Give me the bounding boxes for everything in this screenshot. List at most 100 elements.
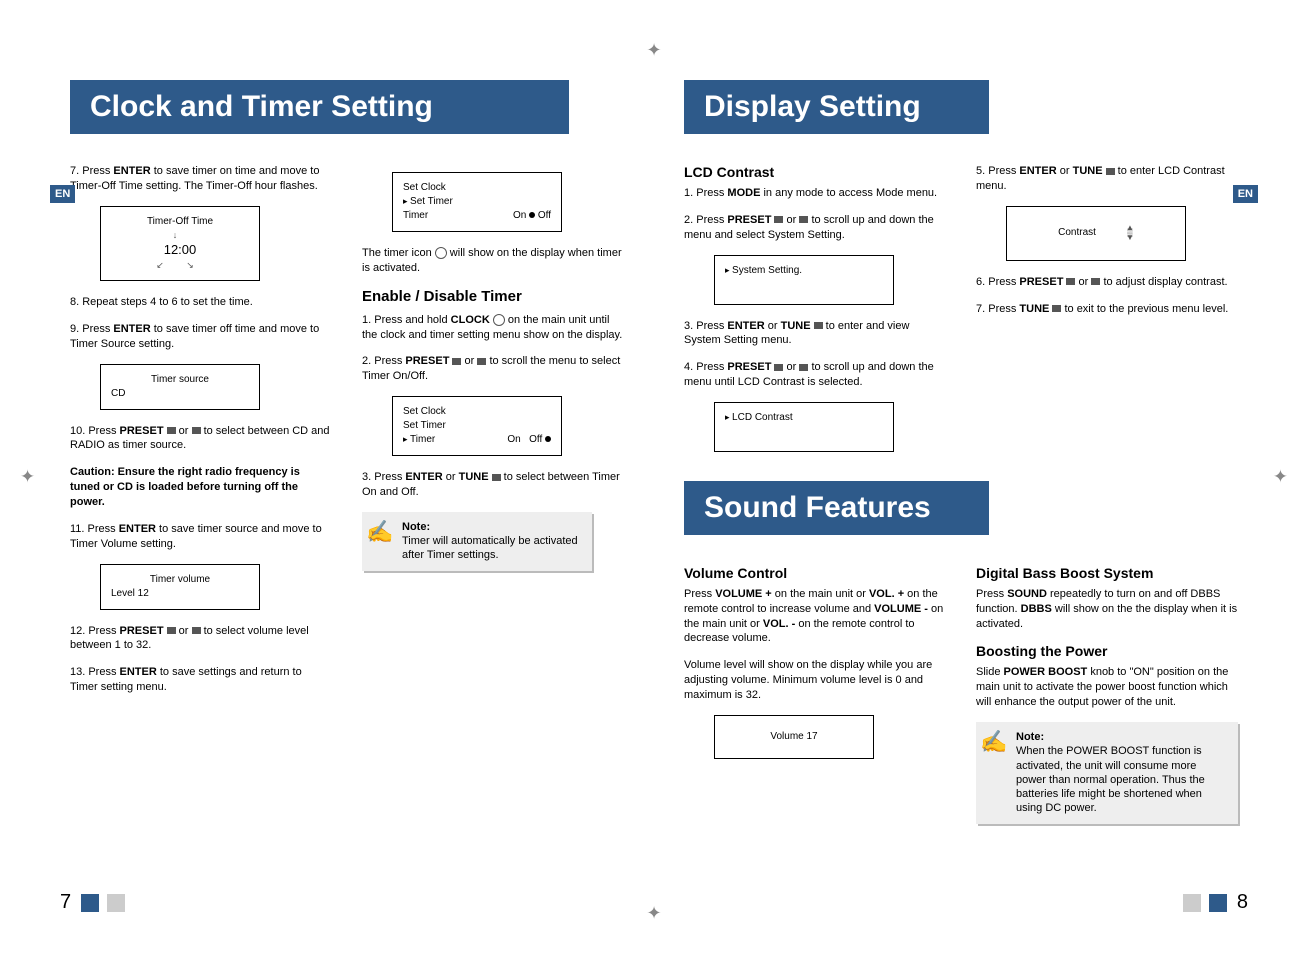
dot-icon	[529, 212, 535, 218]
left-col-b: Set Clock Set Timer Timer On Off The tim…	[362, 164, 624, 707]
opt: Off	[529, 434, 542, 445]
text: 4. Press	[684, 361, 727, 373]
note-title: Note:	[1016, 731, 1044, 743]
label: Contrast	[1058, 226, 1096, 240]
display-timer-off: Timer-Off Time ↓ 12:00 ↙ ↘	[100, 206, 260, 281]
page-number-right: 8	[1179, 891, 1248, 914]
display-timer-source: Timer source CD	[100, 364, 260, 410]
text: TUNE	[1073, 165, 1106, 177]
page-right: EN Display Setting LCD Contrast 1. Press…	[654, 0, 1308, 954]
text: ENTER	[113, 323, 150, 335]
dot-icon	[545, 436, 551, 442]
text: or	[783, 361, 799, 373]
text: in any mode to access Mode menu.	[760, 187, 937, 199]
label: Timer volume	[111, 573, 249, 587]
sound-col-a: Volume Control Press VOLUME + on the mai…	[684, 565, 946, 824]
text: TUNE	[1019, 303, 1052, 315]
text: to adjust display contrast.	[1100, 276, 1227, 288]
pagenum: 8	[1237, 891, 1248, 913]
text: or	[765, 320, 781, 332]
note-timer-auto: ✍ Note: Timer will automatically be acti…	[362, 512, 592, 571]
text: 2. Press	[684, 214, 727, 226]
lang-badge-left: EN	[50, 185, 75, 203]
pagenum-square-icon	[81, 894, 99, 912]
text: or	[176, 625, 192, 637]
menu-item-selected: System Setting.	[725, 265, 802, 276]
step-13: 13. Press ENTER to save settings and ret…	[70, 665, 332, 695]
enable-step-1: 1. Press and hold CLOCK on the main unit…	[362, 313, 624, 343]
text: CLOCK	[451, 314, 493, 326]
heading-volume-control: Volume Control	[684, 565, 946, 581]
header-sound-features: Sound Features	[684, 481, 989, 535]
opt: On	[513, 210, 526, 221]
lang-badge-right: EN	[1233, 185, 1258, 203]
note-body: When the POWER BOOST function is activat…	[1016, 745, 1205, 814]
page-left: EN Clock and Timer Setting 7. Press ENTE…	[0, 0, 654, 954]
lcd-step-1: 1. Press MODE in any mode to access Mode…	[684, 186, 946, 201]
menu-item: Set Timer	[403, 419, 551, 433]
up-icon	[167, 627, 176, 634]
enable-step-2: 2. Press PRESET or to scroll the menu to…	[362, 354, 624, 384]
value: Volume 17	[770, 731, 817, 742]
step-12: 12. Press PRESET or to select volume lev…	[70, 624, 332, 654]
text: or	[443, 471, 459, 483]
left-col-a: 7. Press ENTER to save timer on time and…	[70, 164, 332, 707]
lcd-step-5: 5. Press ENTER or TUNE to enter LCD Cont…	[976, 164, 1238, 194]
header-display-setting: Display Setting	[684, 80, 989, 134]
text: to exit to the previous menu level.	[1061, 303, 1228, 315]
menu-item-selected: Timer	[403, 433, 435, 447]
hand-icon: ✍	[366, 518, 393, 547]
text: 9. Press	[70, 323, 113, 335]
lcd-step-4: 4. Press PRESET or to scroll up and down…	[684, 360, 946, 390]
timer-icon	[435, 247, 447, 259]
text: ENTER	[727, 320, 764, 332]
opt: On	[507, 434, 520, 445]
lcd-step-3: 3. Press ENTER or TUNE to enter and view…	[684, 319, 946, 349]
clock-icon	[493, 314, 505, 326]
volume-para-1: Press VOLUME + on the main unit or VOL. …	[684, 587, 946, 646]
caution-text: Caution: Ensure the right radio frequenc…	[70, 465, 332, 510]
sound-col-b: Digital Bass Boost System Press SOUND re…	[976, 565, 1238, 824]
text: 7. Press	[70, 165, 113, 177]
value: 12:00	[164, 241, 197, 259]
text: 10. Press	[70, 425, 120, 437]
menu-item: Timer	[403, 209, 428, 223]
pagenum: 7	[60, 891, 71, 913]
display-lcd-contrast: LCD Contrast	[714, 402, 894, 452]
text: or	[176, 425, 192, 437]
step-9: 9. Press ENTER to save timer off time an…	[70, 322, 332, 352]
menu-item: Set Clock	[403, 181, 551, 195]
lcd-step-2: 2. Press PRESET or to scroll up and down…	[684, 213, 946, 243]
text: 3. Press	[362, 471, 405, 483]
display-menu-1: Set Clock Set Timer Timer On Off	[392, 172, 562, 232]
text: POWER BOOST	[1004, 666, 1088, 678]
text: 6. Press	[976, 276, 1019, 288]
text: ENTER	[119, 523, 156, 535]
value: CD	[111, 387, 249, 401]
text: 3. Press	[684, 320, 727, 332]
text: DBBS	[1021, 603, 1052, 615]
pagenum-square-grey-icon	[107, 894, 125, 912]
up-icon	[167, 427, 176, 434]
display-volume: Volume 17	[714, 715, 874, 759]
volume-para-2: Volume level will show on the display wh…	[684, 658, 946, 703]
menu-item-selected: Set Timer	[403, 195, 551, 209]
display-system-setting: System Setting.	[714, 255, 894, 305]
text: Press	[976, 588, 1007, 600]
heading-lcd-contrast: LCD Contrast	[684, 164, 946, 180]
pagenum-square-grey-icon	[1183, 894, 1201, 912]
text: ENTER	[120, 666, 157, 678]
right-col-a: LCD Contrast 1. Press MODE in any mode t…	[684, 164, 946, 466]
page-number-left: 7	[60, 891, 129, 914]
contrast-bars-icon: ▲▒▼	[1126, 226, 1134, 240]
text: The timer icon	[362, 247, 435, 259]
text: on the main unit or	[772, 588, 869, 600]
text: or	[783, 214, 799, 226]
step-8: 8. Repeat steps 4 to 6 to set the time.	[70, 295, 332, 310]
text: VOLUME -	[874, 603, 928, 615]
right-icon	[492, 474, 501, 481]
right-icon	[1106, 168, 1115, 175]
step-10: 10. Press PRESET or to select between CD…	[70, 424, 332, 454]
text: 7. Press	[976, 303, 1019, 315]
opt: Off	[538, 210, 551, 221]
